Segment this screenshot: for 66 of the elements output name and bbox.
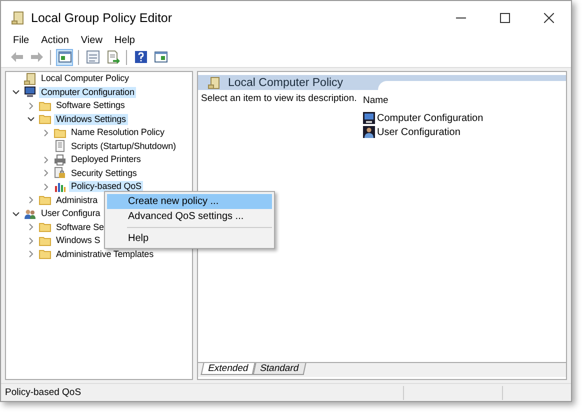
menu-item[interactable]: Help — [108, 35, 141, 46]
collapse-chevron-icon[interactable] — [12, 88, 20, 96]
collapse-chevron-icon[interactable] — [26, 115, 34, 124]
context-menu-item[interactable]: Advanced QoS settings ... — [107, 209, 272, 224]
tree-item[interactable]: User Configura — [39, 208, 102, 220]
tree-item[interactable]: Policy-based QoS — [69, 181, 144, 192]
folder-icon — [54, 126, 66, 139]
tree-item[interactable]: Computer Configuration — [39, 86, 136, 98]
view-tab[interactable]: Extended — [200, 363, 256, 375]
tree-item[interactable]: Administrative Templates — [54, 248, 156, 260]
expand-chevron-icon[interactable] — [26, 223, 34, 232]
tree-item[interactable]: Deployed Printers — [69, 154, 143, 166]
collapse-chevron-icon[interactable] — [12, 210, 20, 218]
policy-scroll-icon — [11, 10, 25, 24]
policy-scroll-icon — [24, 72, 36, 85]
tree-item[interactable]: Security Settings — [69, 168, 139, 179]
tree-item[interactable]: Name Resolution Policy — [69, 127, 166, 138]
script-icon — [54, 140, 66, 152]
context-menu-item[interactable]: Help — [107, 231, 272, 246]
user-icon — [363, 126, 375, 138]
folder-icon — [39, 113, 51, 126]
tree-pane-icon[interactable] — [56, 48, 73, 66]
tree-item[interactable]: Local Computer Policy — [39, 73, 131, 84]
expand-chevron-icon[interactable] — [42, 128, 50, 137]
tree-item[interactable]: Software Se — [54, 222, 106, 233]
menu-item[interactable]: File — [7, 35, 36, 46]
tree-item[interactable]: Windows Settings — [54, 114, 128, 125]
expand-chevron-icon[interactable] — [42, 156, 50, 164]
list-item[interactable]: User Configuration — [377, 126, 460, 138]
expand-chevron-icon[interactable] — [42, 169, 50, 178]
folder-icon — [39, 194, 51, 206]
action-pane-icon[interactable] — [152, 48, 169, 66]
lock-document-icon — [54, 167, 66, 180]
expand-chevron-icon[interactable] — [26, 236, 34, 245]
pane-header: Local Computer Policy — [228, 76, 344, 88]
folder-icon — [39, 221, 51, 234]
computer-icon — [363, 112, 375, 124]
printer-icon — [54, 154, 66, 166]
column-header[interactable]: Name — [363, 93, 484, 111]
view-tab[interactable]: Standard — [252, 363, 306, 375]
tree-item[interactable]: Scripts (Startup/Shutdown) — [69, 140, 178, 152]
tree-item[interactable]: Windows S — [54, 235, 102, 246]
bar-chart-icon — [54, 180, 66, 193]
description-text: Select an item to view its description. — [201, 93, 357, 104]
tree-item[interactable]: Administra — [54, 194, 100, 206]
expand-chevron-icon[interactable] — [26, 102, 34, 110]
properties-icon[interactable] — [84, 48, 101, 66]
folder-icon — [39, 100, 51, 112]
policy-scroll-icon — [208, 76, 220, 88]
expand-chevron-icon[interactable] — [42, 182, 50, 191]
tree-item[interactable]: Software Settings — [54, 100, 127, 112]
status-text: Policy-based QoS — [4, 387, 82, 398]
folder-icon — [39, 248, 51, 260]
menu-item[interactable]: Action — [35, 35, 75, 46]
help-icon[interactable] — [132, 48, 149, 66]
expand-chevron-icon[interactable] — [26, 250, 34, 258]
context-menu-item[interactable]: Create new policy ... — [107, 194, 272, 209]
computer-icon — [24, 86, 36, 98]
users-icon — [24, 208, 36, 220]
window-title: Local Group Policy Editor — [31, 10, 172, 24]
folder-icon — [39, 234, 51, 247]
close-icon — [544, 12, 554, 22]
maximize-icon — [500, 12, 510, 22]
expand-chevron-icon[interactable] — [26, 196, 34, 204]
list-item[interactable]: Computer Configuration — [377, 112, 484, 124]
menu-item[interactable]: View — [74, 35, 108, 46]
